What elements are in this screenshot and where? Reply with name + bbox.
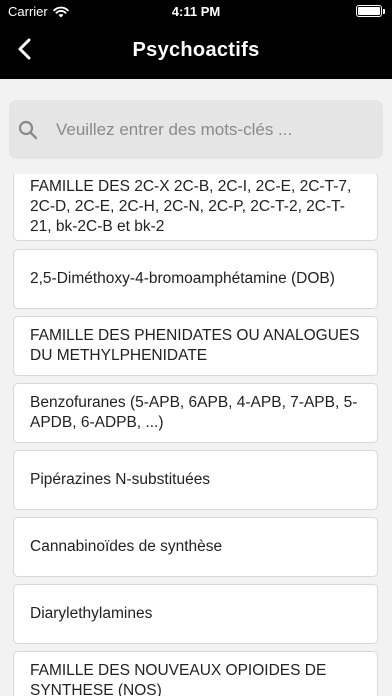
list-item-label: Pipérazines N-substituées	[30, 471, 211, 488]
list-item-label: Benzofuranes (5-APB, 6APB, 4-APB, 7-APB,…	[30, 394, 358, 431]
list-item-label: Cannabinoïdes de synthèse	[30, 538, 223, 555]
status-bar: Carrier 4:11 PM	[0, 0, 392, 22]
list-item-label: 2,5-Diméthoxy-4-bromoamphétamine (DOB)	[30, 270, 335, 287]
list-item[interactable]: 2,5-Diméthoxy-4-bromoamphétamine (DOB)	[13, 249, 378, 309]
substance-list[interactable]: FAMILLE DES 2C-X 2C-B, 2C-I, 2C-E, 2C-T-…	[0, 174, 392, 696]
list-item[interactable]: Cannabinoïdes de synthèse	[13, 517, 378, 577]
list-item-label: FAMILLE DES PHENIDATES OU ANALOGUES DU M…	[30, 327, 360, 364]
list-item-label: FAMILLE DES 2C-X 2C-B, 2C-I, 2C-E, 2C-T-…	[30, 177, 352, 235]
list-item[interactable]: FAMILLE DES 2C-X 2C-B, 2C-I, 2C-E, 2C-T-…	[13, 174, 378, 241]
search-icon	[18, 120, 38, 140]
list-item-label: FAMILLE DES NOUVEAUX OPIOIDES DE SYNTHES…	[30, 662, 327, 696]
list-item[interactable]: Benzofuranes (5-APB, 6APB, 4-APB, 7-APB,…	[13, 383, 378, 443]
app-screen: Carrier 4:11 PM Psychoactifs Veuillez en…	[0, 0, 392, 696]
list-item-label: Diarylethylamines	[30, 605, 153, 622]
list-item[interactable]: FAMILLE DES NOUVEAUX OPIOIDES DE SYNTHES…	[13, 651, 378, 696]
status-time: 4:11 PM	[171, 4, 221, 19]
battery-icon	[356, 5, 385, 17]
navigation-bar: Psychoactifs	[0, 22, 392, 79]
list-item[interactable]: Pipérazines N-substituées	[13, 450, 378, 510]
list-item[interactable]: Diarylethylamines	[13, 584, 378, 644]
search-bar[interactable]	[9, 100, 383, 159]
page-title: Psychoactifs	[132, 39, 260, 61]
search-input[interactable]	[56, 110, 366, 150]
list-item[interactable]: FAMILLE DES PHENIDATES OU ANALOGUES DU M…	[13, 316, 378, 376]
